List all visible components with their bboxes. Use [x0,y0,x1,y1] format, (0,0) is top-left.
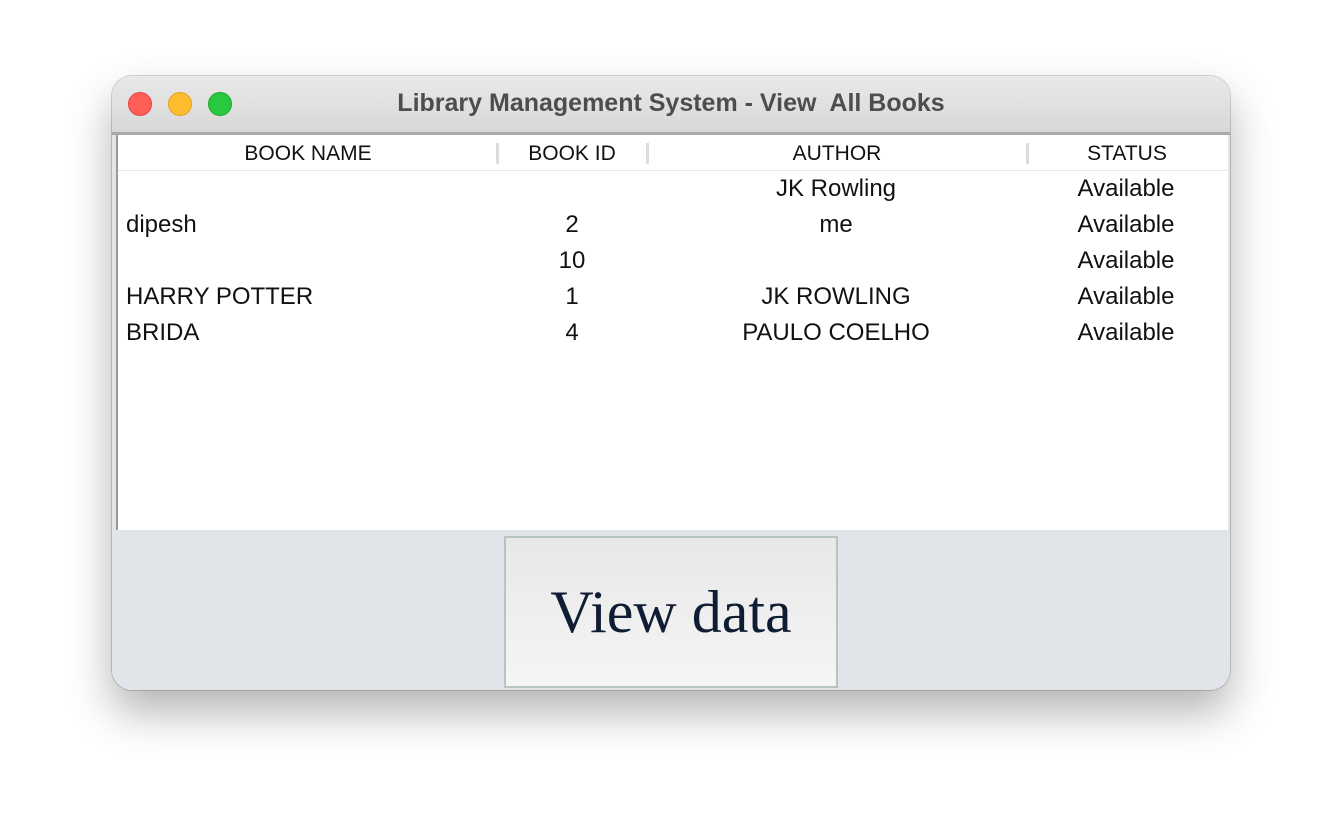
table-row[interactable]: 10 Available [118,243,1228,279]
cell-status[interactable]: Available [1026,315,1226,351]
cell-author[interactable]: me [646,207,1026,243]
cell-book-id[interactable]: 1 [498,279,646,315]
cell-author[interactable] [646,243,1026,279]
table-header: BOOK NAME BOOK ID AUTHOR STATUS [118,135,1228,171]
table-row[interactable]: HARRY POTTER 1 JK ROWLING Available [118,279,1228,315]
cell-book-name[interactable]: HARRY POTTER [126,279,498,315]
window-title: Library Management System - View All Boo… [397,89,945,117]
table-row[interactable]: JK Rowling Available [118,171,1228,207]
cell-status[interactable]: Available [1026,243,1226,279]
app-window: Library Management System - View All Boo… [112,76,1230,690]
cell-book-name[interactable]: dipesh [126,207,498,243]
cell-book-id[interactable]: 4 [498,315,646,351]
column-header-book-name[interactable]: BOOK NAME [118,135,498,170]
books-table[interactable]: BOOK NAME BOOK ID AUTHOR STATUS JK Rowli… [116,135,1228,530]
cell-author[interactable]: JK ROWLING [646,279,1026,315]
column-header-book-id[interactable]: BOOK ID [498,135,646,170]
cell-status[interactable]: Available [1026,171,1226,207]
cell-book-name[interactable]: BRIDA [126,315,498,351]
cell-book-name[interactable] [126,243,498,279]
cell-book-id[interactable]: 2 [498,207,646,243]
table-body: JK Rowling Available dipesh 2 me Availab… [118,171,1228,351]
cell-book-id[interactable] [498,171,646,207]
table-row[interactable]: dipesh 2 me Available [118,207,1228,243]
button-panel: View data [112,530,1230,690]
view-data-button[interactable]: View data [504,536,838,688]
cell-status[interactable]: Available [1026,207,1226,243]
column-header-author[interactable]: AUTHOR [648,135,1026,170]
cell-book-id[interactable]: 10 [498,243,646,279]
cell-status[interactable]: Available [1026,279,1226,315]
table-row[interactable]: BRIDA 4 PAULO COELHO Available [118,315,1228,351]
column-header-status[interactable]: STATUS [1028,135,1226,170]
cell-author[interactable]: PAULO COELHO [646,315,1026,351]
title-bar: Library Management System - View All Boo… [112,76,1230,135]
cell-book-name[interactable] [126,171,498,207]
cell-author[interactable]: JK Rowling [646,171,1026,207]
